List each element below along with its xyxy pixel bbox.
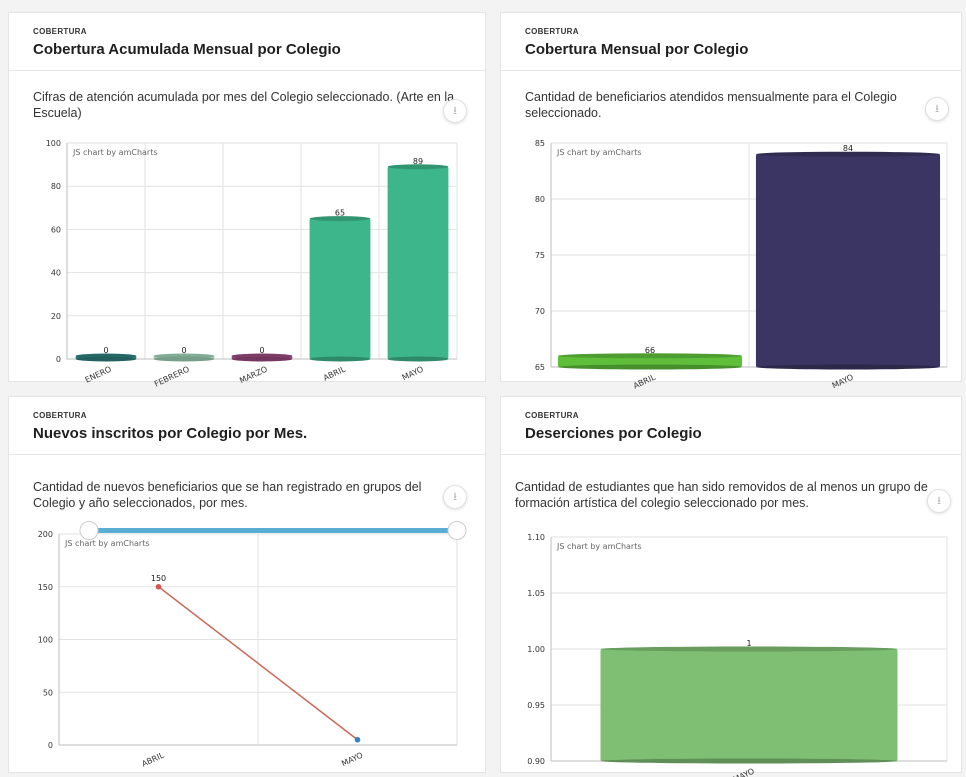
y-tick-label: 100: [38, 636, 53, 645]
y-tick-label: 1.10: [527, 533, 545, 542]
y-tick-label: 1.00: [527, 645, 545, 654]
bar-bottom: [387, 356, 449, 362]
bar: [600, 649, 898, 761]
bar-bottom: [309, 356, 371, 362]
data-point: [155, 583, 162, 590]
x-tick-label: MAYO: [732, 767, 756, 777]
data-label: 89: [413, 157, 423, 166]
bar: [309, 218, 371, 359]
data-label: 1: [746, 639, 751, 648]
bar: [755, 154, 941, 367]
y-tick-label: 200: [38, 530, 53, 539]
chart-nuevos-inscritos: 0 50 100 150 200 JS chart by amCharts ABRIL MAY…: [38, 521, 467, 769]
card-cobertura-mensual: COBERTURA Cobertura Mensual por Colegio …: [500, 12, 962, 391]
bar: [387, 166, 449, 359]
y-tick-label: 0: [56, 355, 61, 364]
y-tick-label: 85: [535, 139, 545, 148]
y-tick-label: 0.90: [527, 757, 545, 766]
card-nuevos-inscritos: COBERTURA Nuevos inscritos por Colegio p…: [8, 396, 486, 773]
bar-bottom: [75, 356, 137, 362]
data-label: 0: [259, 346, 264, 355]
scrollbar: [89, 528, 457, 533]
bar-bottom: [557, 364, 743, 370]
data-label: 0: [181, 346, 186, 355]
x-tick-label: ENERO: [84, 365, 113, 385]
chart-cobertura-acumulada: 0 20 40 60 80 100 JS chart by amCharts ENERO FEB…: [46, 139, 458, 389]
card-deserciones: COBERTURA Deserciones por Colegio Cantid…: [500, 396, 962, 777]
y-tick-label: 75: [535, 251, 545, 260]
bar-bottom: [755, 364, 941, 370]
y-tick-label: 40: [51, 269, 61, 278]
x-tick-label: MAYO: [401, 365, 425, 383]
chart-cobertura-mensual: 65 70 75 80 85 JS chart by amCharts ABRIL MAYO 6…: [535, 139, 948, 391]
data-label: 0: [103, 346, 108, 355]
bar-bottom: [600, 758, 898, 764]
y-tick-label: 100: [46, 139, 61, 148]
y-tick-label: 80: [535, 195, 545, 204]
data-label: 65: [335, 209, 345, 218]
x-tick-label: MAYO: [831, 373, 855, 391]
y-tick-label: 1.05: [527, 589, 545, 598]
x-tick-label: ABRIL: [632, 372, 657, 390]
data-point: [354, 736, 361, 743]
x-tick-label: MARZO: [238, 365, 269, 386]
chart-credit: JS chart by amCharts: [72, 148, 158, 157]
scrollbar-handle-left: [79, 521, 99, 540]
bar-bottom: [153, 356, 215, 362]
y-tick-label: 65: [535, 363, 545, 372]
card-cobertura-acumulada: COBERTURA Cobertura Acumulada Mensual po…: [8, 12, 486, 389]
y-tick-label: 0: [48, 741, 53, 750]
chart-deserciones: 0.90 0.95 1.00 1.05 1.10 JS chart by amCharts…: [527, 533, 948, 777]
scrollbar-handle-right: [447, 521, 467, 540]
y-tick-label: 70: [535, 307, 545, 316]
chart-credit: JS chart by amCharts: [556, 148, 642, 157]
y-tick-label: 60: [51, 225, 61, 234]
data-label: 66: [645, 346, 655, 355]
x-tick-label: MAYO: [340, 751, 364, 769]
y-tick-label: 0.95: [527, 701, 545, 710]
chart-credit: JS chart by amCharts: [64, 539, 150, 548]
x-tick-label: ABRIL: [322, 364, 347, 382]
y-tick-label: 20: [51, 312, 61, 321]
data-label: 84: [843, 144, 853, 153]
chart-credit: JS chart by amCharts: [556, 542, 642, 551]
y-tick-label: 80: [51, 182, 61, 191]
x-tick-label: ABRIL: [140, 750, 165, 768]
bar-bottom: [231, 356, 293, 362]
data-label: 150: [151, 574, 166, 583]
y-tick-label: 150: [38, 583, 53, 592]
y-tick-label: 50: [43, 688, 53, 697]
x-tick-label: FEBRERO: [153, 365, 191, 389]
